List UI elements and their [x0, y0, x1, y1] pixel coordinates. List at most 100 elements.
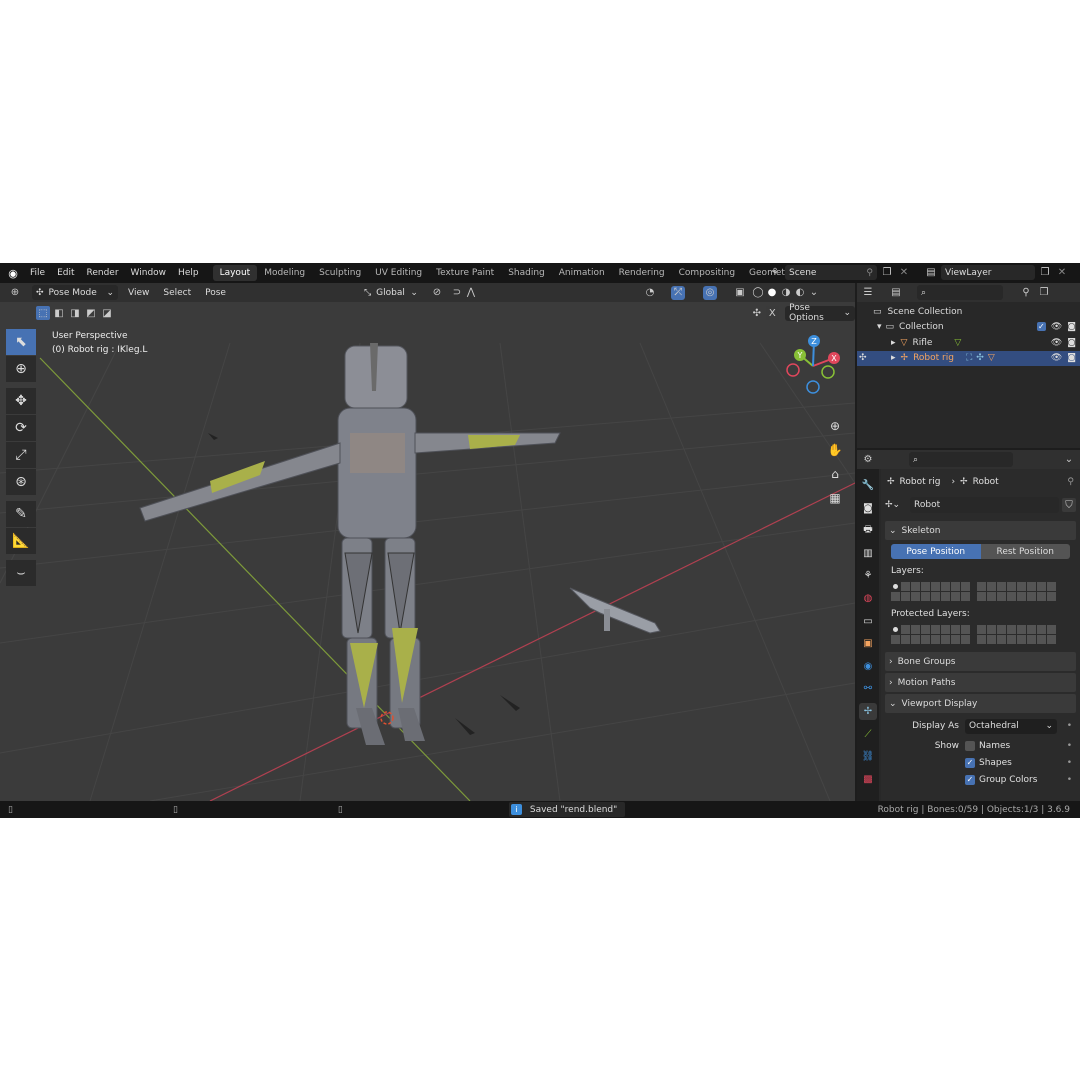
- display-as-dropdown[interactable]: Octahedral ⌄: [965, 718, 1057, 734]
- outliner-scene-collection[interactable]: ▭ Scene Collection: [857, 304, 1080, 320]
- editor-type-icon[interactable]: ⊕: [8, 286, 22, 300]
- decorator-dot-icon[interactable]: •: [1067, 741, 1072, 751]
- solid-shading-icon[interactable]: ●: [765, 286, 779, 300]
- report-message[interactable]: i Saved "rend.blend": [508, 802, 626, 817]
- camera-icon[interactable]: ◙: [1067, 353, 1076, 363]
- pin-icon[interactable]: ⚲: [1067, 477, 1074, 487]
- camera-icon[interactable]: ◙: [1067, 322, 1076, 332]
- tab-shading[interactable]: Shading: [501, 265, 552, 281]
- delete-scene-icon[interactable]: ✕: [897, 266, 911, 280]
- data-name-field[interactable]: Robot: [910, 497, 1059, 513]
- armature-data-icon[interactable]: ✢⌄: [885, 500, 907, 510]
- pose-position-button[interactable]: Pose Position: [891, 544, 981, 559]
- shapes-checkbox[interactable]: ✓: [965, 757, 975, 768]
- select-box-tool[interactable]: ⬉: [6, 329, 36, 355]
- outliner-item-robot-rig[interactable]: ✣ ▸ ✢ Robot rig ⛶ ✣ ▽ 👁 ◙: [857, 350, 1080, 366]
- render-tab-icon[interactable]: ◙: [859, 500, 877, 517]
- group-colors-checkbox[interactable]: ✓: [965, 774, 975, 785]
- tab-animation[interactable]: Animation: [552, 265, 612, 281]
- menu-window[interactable]: Window: [125, 263, 173, 283]
- names-checkbox[interactable]: [965, 740, 975, 751]
- pose-options-dropdown[interactable]: Pose Options ⌄: [785, 303, 855, 323]
- eye-icon[interactable]: 👁: [1051, 322, 1062, 332]
- viewlayer-field[interactable]: ViewLayer: [941, 265, 1035, 280]
- annotate-tool[interactable]: ✎: [6, 501, 36, 527]
- proportional-icon[interactable]: ⋀: [464, 286, 478, 300]
- eye-icon[interactable]: 👁: [1051, 338, 1062, 348]
- layer-block[interactable]: [977, 625, 1056, 644]
- properties-search-input[interactable]: ⌕: [909, 452, 1013, 467]
- visibility-icon[interactable]: ◔: [643, 286, 657, 300]
- snap-icon[interactable]: ⊃: [450, 286, 464, 300]
- material-shading-icon[interactable]: ◑: [779, 286, 793, 300]
- shading-options-icon[interactable]: ⌄: [807, 286, 821, 300]
- decorator-dot-icon[interactable]: •: [1067, 758, 1072, 768]
- select-new-icon[interactable]: ⬚: [36, 306, 50, 320]
- new-scene-icon[interactable]: ❐: [880, 266, 894, 280]
- 3d-viewport[interactable]: ⊕ ✣ Pose Mode ⌄ View Select Pose ⤡ Globa…: [0, 283, 855, 801]
- mode-selector[interactable]: ✣ Pose Mode ⌄: [32, 285, 118, 300]
- move-tool[interactable]: ✥: [6, 388, 36, 414]
- properties-options-icon[interactable]: ⌄: [1062, 453, 1076, 467]
- layer-block[interactable]: [977, 582, 1056, 601]
- scene-field[interactable]: Scene ⚲: [785, 265, 877, 280]
- outliner-item-rifle[interactable]: ▸ ▽ Rifle ▽ 👁 ◙: [857, 335, 1080, 351]
- fake-user-shield-icon[interactable]: ⛉: [1062, 498, 1076, 512]
- collection-tab-icon[interactable]: ▭: [859, 613, 877, 630]
- view-layer-tab-icon[interactable]: ▥: [859, 545, 877, 562]
- camera-view-icon[interactable]: ⌂: [824, 463, 846, 485]
- select-invert-icon[interactable]: ◪: [100, 306, 114, 320]
- cursor-tool[interactable]: ⊕: [6, 356, 36, 382]
- menu-edit[interactable]: Edit: [51, 263, 80, 283]
- axis-mirror-icon[interactable]: ✣: [750, 306, 764, 320]
- perspective-grid-icon[interactable]: ▦: [824, 487, 846, 509]
- tab-uv-editing[interactable]: UV Editing: [368, 265, 429, 281]
- motion-paths-panel-header[interactable]: › Motion Paths: [885, 673, 1076, 692]
- scene-tab-icon[interactable]: ⚘: [859, 567, 877, 584]
- new-viewlayer-icon[interactable]: ❐: [1038, 266, 1052, 280]
- collection-exclude-checkbox[interactable]: ✓: [1036, 322, 1046, 332]
- layer-block[interactable]: [891, 625, 970, 644]
- menu-file[interactable]: File: [24, 263, 51, 283]
- world-tab-icon[interactable]: ◍: [859, 590, 877, 607]
- armature-data-tab-icon[interactable]: ✢: [859, 702, 877, 720]
- select-extend-icon[interactable]: ◧: [52, 306, 66, 320]
- transform-tool[interactable]: ⊛: [6, 469, 36, 495]
- tool-tab-icon[interactable]: 🔧: [859, 477, 877, 494]
- tab-compositing[interactable]: Compositing: [672, 265, 742, 281]
- overlay-toggle-icon[interactable]: ◎: [702, 285, 717, 300]
- select-menu[interactable]: Select: [159, 285, 195, 300]
- properties-editor-icon[interactable]: ⚙: [861, 453, 875, 467]
- wireframe-shading-icon[interactable]: ◯: [751, 286, 765, 300]
- xray-icon[interactable]: ▣: [733, 286, 747, 300]
- viewport-display-panel-header[interactable]: ⌄ Viewport Display: [885, 694, 1076, 713]
- rest-position-button[interactable]: Rest Position: [980, 544, 1070, 559]
- rendered-shading-icon[interactable]: ◐: [793, 286, 807, 300]
- bone-tab-icon[interactable]: ⟋: [859, 726, 877, 743]
- pose-menu[interactable]: Pose: [201, 285, 230, 300]
- menu-render[interactable]: Render: [81, 263, 125, 283]
- decorator-dot-icon[interactable]: •: [1067, 775, 1072, 785]
- tab-sculpting[interactable]: Sculpting: [312, 265, 368, 281]
- bone-groups-panel-header[interactable]: › Bone Groups: [885, 652, 1076, 671]
- display-mode-icon[interactable]: ▤: [889, 286, 903, 300]
- pan-hand-icon[interactable]: ✋: [824, 439, 846, 461]
- select-intersect-icon[interactable]: ◩: [84, 306, 98, 320]
- view-menu[interactable]: View: [124, 285, 153, 300]
- tab-layout[interactable]: Layout: [212, 265, 258, 281]
- new-collection-icon[interactable]: ❐: [1037, 286, 1051, 300]
- gizmo-toggle-icon[interactable]: ⤱: [670, 285, 685, 300]
- layer-block[interactable]: [891, 582, 970, 601]
- measure-tool[interactable]: 📐: [6, 528, 36, 554]
- blender-logo-icon[interactable]: ◉: [6, 266, 20, 280]
- zoom-icon[interactable]: ⊕: [824, 415, 846, 437]
- rotate-tool[interactable]: ⟳: [6, 415, 36, 441]
- tab-modeling[interactable]: Modeling: [257, 265, 312, 281]
- eye-icon[interactable]: 👁: [1051, 353, 1062, 363]
- scale-tool[interactable]: ⤢: [6, 442, 36, 468]
- physics-tab-icon[interactable]: ◉: [859, 658, 877, 675]
- relax-pose-tool[interactable]: ⌣: [6, 560, 36, 586]
- select-subtract-icon[interactable]: ◨: [68, 306, 82, 320]
- output-tab-icon[interactable]: 🖶: [859, 522, 877, 539]
- x-mirror-toggle[interactable]: X: [765, 306, 780, 320]
